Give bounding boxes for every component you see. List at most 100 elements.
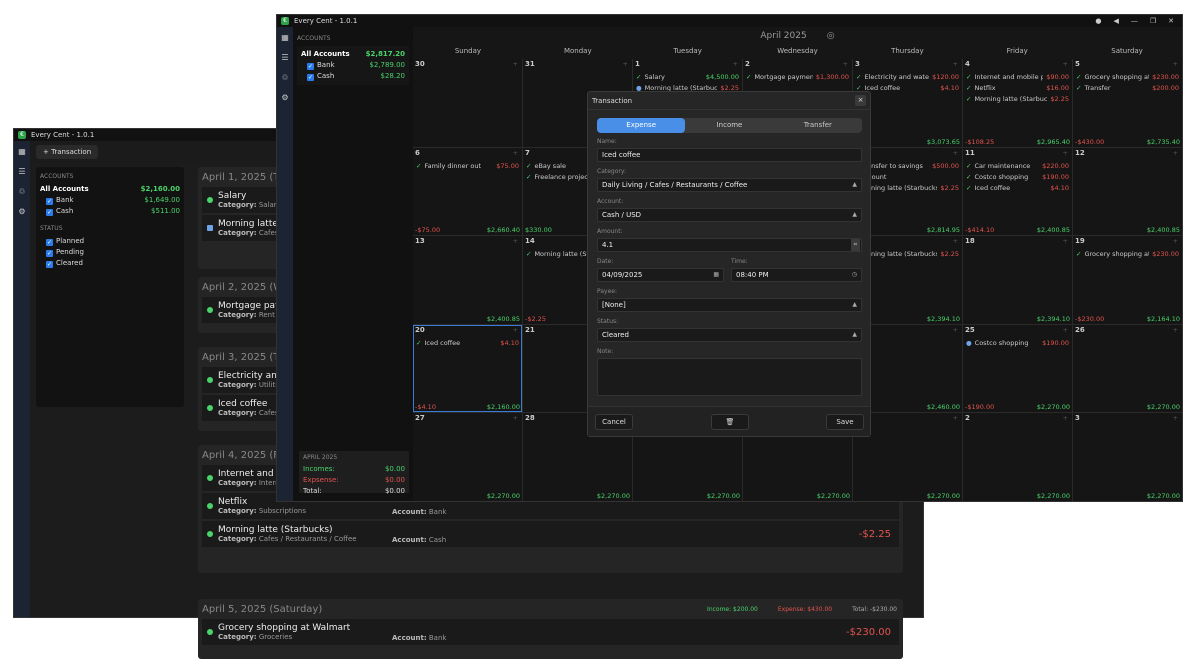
account-select[interactable]: Cash / USD ▲ — [597, 208, 862, 222]
dialog-close-button[interactable]: × — [855, 95, 866, 106]
calendar-transaction[interactable]: ✓ Car maintenance $220.00 — [966, 161, 1069, 172]
today-icon[interactable]: ◎ — [827, 31, 835, 41]
account-row-bank[interactable]: ✓ Bank $1,649.00 — [40, 195, 180, 206]
calendar-transaction[interactable]: ● Costco shopping $190.00 — [966, 338, 1069, 349]
calendar-transaction[interactable]: ✓ Transfer $200.00 — [1076, 83, 1179, 94]
add-icon[interactable]: + — [953, 149, 958, 157]
status-pending[interactable]: ✓ Pending — [40, 247, 180, 258]
calendar-transaction[interactable]: ✓ Family dinner out $75.00 — [416, 161, 519, 172]
calendar-day-cell[interactable]: 11 + ✓ Car maintenance $220.00 ✓ Costco shoppi… — [963, 147, 1072, 236]
tab-expense[interactable]: Expense — [597, 118, 686, 133]
calendar-transaction[interactable]: ✓ Costco shopping $190.00 — [966, 172, 1069, 183]
payee-select[interactable]: [None] ▲ — [597, 298, 862, 312]
account-icon[interactable]: ● — [1095, 17, 1101, 25]
add-transaction-button[interactable]: + Transaction — [36, 145, 99, 159]
add-icon[interactable]: + — [513, 149, 518, 157]
checkbox[interactable]: ✓ — [307, 63, 314, 70]
add-icon[interactable]: + — [953, 414, 958, 422]
checkbox[interactable]: ✓ — [46, 261, 53, 268]
add-icon[interactable]: + — [513, 60, 518, 68]
tab-transfer[interactable]: Transfer — [774, 118, 862, 133]
add-icon[interactable]: + — [513, 237, 518, 245]
add-icon[interactable]: + — [953, 60, 958, 68]
add-icon[interactable]: + — [1063, 326, 1068, 334]
tab-income[interactable]: Income — [685, 118, 773, 133]
add-icon[interactable]: + — [1173, 326, 1178, 334]
account-row-bank[interactable]: ✓ Bank $2,789.00 — [301, 60, 405, 71]
calendar-day-cell[interactable]: 30 + — [413, 59, 522, 147]
list-icon[interactable]: ☰ — [14, 161, 30, 181]
list-item[interactable]: Morning latte (Starbucks) Category: Cafes… — [202, 521, 899, 547]
calendar-day-cell[interactable]: 2 + $2,270.00 — [963, 413, 1072, 501]
calendar-transaction[interactable]: ✓ Salary $4,500.00 — [636, 72, 739, 83]
calendar-day-cell[interactable]: 20 + ✓ Iced coffee $4.10 -$4.10 $2,160.00 — [413, 324, 522, 413]
status-cleared[interactable]: ✓ Cleared — [40, 258, 180, 269]
checkbox[interactable]: ✓ — [46, 209, 53, 216]
amount-field[interactable]: 4.1 ⌗ — [597, 238, 862, 252]
month-title[interactable]: April 2025 — [760, 31, 806, 41]
calendar-day-cell[interactable]: 13 + $2,400.85 — [413, 236, 522, 324]
name-field[interactable]: Iced coffee — [597, 148, 862, 162]
list-icon[interactable]: ☰ — [277, 47, 293, 67]
calendar-transaction[interactable]: ✓Grocery shopping at Walmart$230.00 — [1076, 72, 1179, 83]
minimize-icon[interactable]: — — [1131, 17, 1138, 25]
date-field[interactable]: 04/09/2025 ▦ — [597, 268, 724, 282]
calendar-day-cell[interactable]: 6 + ✓ Family dinner out $75.00 -$75.00 $2,660.… — [413, 147, 522, 236]
add-icon[interactable]: + — [953, 237, 958, 245]
checkbox[interactable]: ✓ — [46, 198, 53, 205]
add-icon[interactable]: + — [1173, 237, 1178, 245]
settings-icon[interactable]: ⚙ — [277, 87, 293, 107]
cancel-button[interactable]: Cancel — [595, 414, 633, 430]
calendar-day-cell[interactable]: 12 + $2,400.85 — [1073, 147, 1182, 236]
calendar-transaction[interactable]: ✓ Iced coffee $4.10 — [856, 83, 959, 94]
piggy-bank-icon[interactable]: ♲ — [14, 181, 30, 201]
calendar-day-cell[interactable]: 5 + ✓Grocery shopping at Walmart$230.00✓Tr… — [1073, 59, 1182, 147]
calendar-transaction[interactable]: ✓ccount — [856, 172, 959, 183]
note-textarea[interactable] — [597, 358, 862, 396]
list-item[interactable]: Grocery shopping at Walmart Category: Gro… — [202, 619, 899, 645]
calendar-icon[interactable]: ▦ — [14, 141, 30, 161]
category-select[interactable]: Daily Living / Cafes / Restaurants / Cof… — [597, 178, 862, 192]
calendar-transaction[interactable]: ✓Electricity and water bill$120.00 — [856, 72, 959, 83]
add-icon[interactable]: + — [1173, 149, 1178, 157]
calendar-day-cell[interactable]: 26 + $2,270.00 — [1073, 324, 1182, 413]
clock-icon[interactable]: ◷ — [852, 269, 857, 281]
calendar-icon[interactable]: ▦ — [277, 27, 293, 47]
add-icon[interactable]: + — [513, 326, 518, 334]
calendar-transaction[interactable]: ✓orning latte (Starbucks)$2.25 — [856, 249, 959, 260]
add-icon[interactable]: + — [1173, 414, 1178, 422]
restore-icon[interactable]: ❐ — [1150, 17, 1156, 25]
account-row-all[interactable]: All Accounts $2,160.00 — [40, 184, 180, 195]
calendar-day-cell[interactable]: 19 + ✓Grocery shopping at Walmart$230.00 -$… — [1073, 236, 1182, 324]
add-icon[interactable]: + — [1063, 149, 1068, 157]
calendar-transaction[interactable]: ✓ransfer to savings$500.00 — [856, 161, 959, 172]
add-icon[interactable]: + — [733, 60, 738, 68]
calendar-transaction[interactable]: ✓ Iced coffee $4.10 — [966, 183, 1069, 194]
calendar-transaction[interactable]: ✓Grocery shopping at Walmart$230.00 — [1076, 249, 1179, 260]
add-icon[interactable]: + — [1063, 60, 1068, 68]
checkbox[interactable]: ✓ — [46, 250, 53, 257]
calendar-transaction[interactable]: ✓ Netflix $16.00 — [966, 83, 1069, 94]
add-icon[interactable]: + — [953, 326, 958, 334]
calendar-day-cell[interactable]: 18 + $2,394.10 — [963, 236, 1072, 324]
megaphone-icon[interactable]: ◀ — [1113, 17, 1118, 25]
calendar-picker-icon[interactable]: ▦ — [713, 269, 719, 281]
account-row-cash[interactable]: ✓ Cash $28.20 — [301, 71, 405, 82]
add-icon[interactable]: + — [843, 60, 848, 68]
account-row-all[interactable]: All Accounts $2,817.20 — [301, 49, 405, 60]
calendar-transaction[interactable]: ✓Morning latte (Starbucks)$2.25 — [966, 94, 1069, 105]
calendar-day-cell[interactable]: 27 + $2,270.00 — [413, 413, 522, 501]
calendar-day-cell[interactable]: 3 + $2,270.00 — [1073, 413, 1182, 501]
add-icon[interactable]: + — [1063, 414, 1068, 422]
checkbox[interactable]: ✓ — [46, 239, 53, 246]
status-select[interactable]: Cleared ▲ — [597, 328, 862, 342]
account-row-cash[interactable]: ✓ Cash $511.00 — [40, 206, 180, 217]
add-icon[interactable]: + — [623, 60, 628, 68]
checkbox[interactable]: ✓ — [307, 74, 314, 81]
calendar-transaction[interactable]: ✓ Mortgage payment $1,300.00 — [746, 72, 849, 83]
calendar-transaction[interactable]: ✓orning latte (Starbucks)$2.25 — [856, 183, 959, 194]
calendar-transaction[interactable]: ✓Internet and mobile plan$90.00 — [966, 72, 1069, 83]
close-icon[interactable]: ✕ — [1168, 17, 1174, 25]
add-icon[interactable]: + — [513, 414, 518, 422]
delete-button[interactable]: 🗑 — [711, 414, 749, 430]
